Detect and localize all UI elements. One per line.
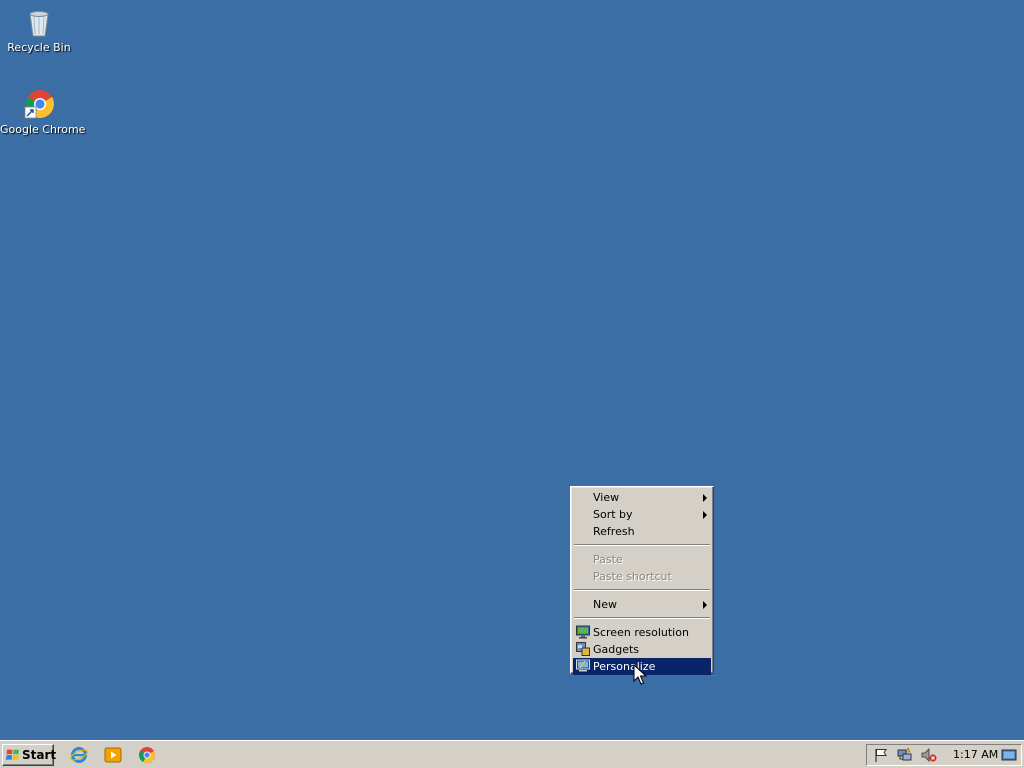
menu-item-paste-shortcut: Paste shortcut bbox=[573, 568, 711, 585]
submenu-arrow-icon bbox=[703, 511, 707, 519]
menu-item-view[interactable]: View bbox=[573, 489, 711, 506]
submenu-arrow-icon bbox=[703, 601, 707, 609]
chrome-icon bbox=[23, 88, 55, 120]
internet-explorer-icon[interactable] bbox=[70, 746, 88, 764]
submenu-arrow-icon bbox=[703, 494, 707, 502]
menu-item-label: Gadgets bbox=[593, 643, 640, 656]
menu-item-paste: Paste bbox=[573, 551, 711, 568]
network-icon[interactable] bbox=[897, 747, 913, 763]
menu-item-screen-resolution[interactable]: Screen resolution bbox=[573, 624, 711, 641]
taskbar: Start 1:17 AM bbox=[0, 740, 1024, 768]
menu-item-new[interactable]: New bbox=[573, 596, 711, 613]
volume-muted-icon[interactable] bbox=[921, 747, 937, 763]
personalize-icon bbox=[576, 659, 590, 673]
desktop-icon-recycle-bin[interactable]: Recycle Bin bbox=[0, 6, 78, 54]
start-button[interactable]: Start bbox=[2, 744, 57, 766]
action-center-flag-icon[interactable] bbox=[873, 747, 889, 763]
menu-item-sort-by[interactable]: Sort by bbox=[573, 506, 711, 523]
menu-separator bbox=[574, 544, 710, 546]
gadgets-icon bbox=[576, 642, 590, 656]
clock[interactable]: 1:17 AM bbox=[953, 745, 998, 765]
menu-item-label: Paste bbox=[593, 553, 623, 566]
desktop-context-menu: View Sort by Refresh Paste Paste shortcu… bbox=[570, 486, 714, 675]
menu-separator bbox=[574, 589, 710, 591]
desktop-icon-label: Recycle Bin bbox=[7, 41, 71, 54]
system-tray: 1:17 AM bbox=[866, 744, 1022, 766]
media-player-icon[interactable] bbox=[104, 746, 122, 764]
menu-item-label: Screen resolution bbox=[593, 626, 689, 639]
monitor-icon bbox=[576, 625, 590, 639]
menu-item-label: Paste shortcut bbox=[593, 570, 672, 583]
menu-item-label: New bbox=[593, 598, 617, 611]
menu-item-refresh[interactable]: Refresh bbox=[573, 523, 711, 540]
windows-logo-icon bbox=[6, 748, 20, 762]
menu-item-label: Sort by bbox=[593, 508, 633, 521]
recycle-bin-icon bbox=[23, 6, 55, 38]
mouse-cursor-icon bbox=[633, 663, 648, 686]
desktop-icon-google-chrome[interactable]: Google Chrome bbox=[0, 88, 86, 136]
desktop-icon-label: Google Chrome bbox=[0, 123, 86, 136]
menu-item-label: View bbox=[593, 491, 620, 504]
show-desktop-icon[interactable] bbox=[1001, 747, 1017, 763]
start-label: Start bbox=[22, 748, 57, 762]
menu-item-gadgets[interactable]: Gadgets bbox=[573, 641, 711, 658]
menu-item-label: Refresh bbox=[593, 525, 635, 538]
chrome-icon[interactable] bbox=[138, 746, 156, 764]
menu-separator bbox=[574, 617, 710, 619]
